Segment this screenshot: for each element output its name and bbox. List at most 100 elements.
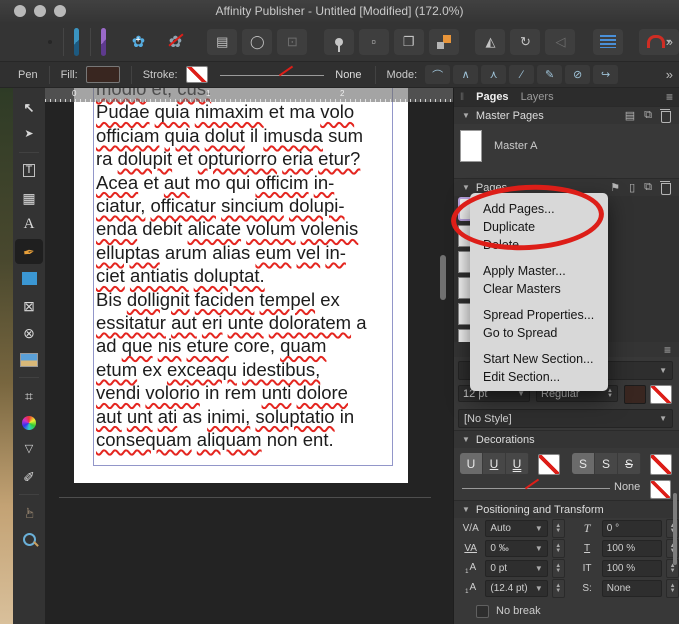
collapse-triangle-icon[interactable]: ▼ [462, 183, 470, 192]
strike-color-swatch[interactable] [650, 454, 672, 475]
menu-item[interactable]: Apply Master... [470, 262, 608, 280]
character-color-swatch[interactable] [624, 385, 646, 404]
crop-tool[interactable]: ⌗ [15, 383, 43, 408]
underline-double-button[interactable]: U [506, 453, 529, 474]
flip-vertical-button[interactable]: ◁ [545, 29, 575, 55]
stroke-width-control[interactable]: None [216, 67, 364, 83]
context-overflow-button[interactable]: » [666, 67, 673, 82]
transparency-tool[interactable]: ▽ [15, 437, 43, 462]
tab-layers[interactable]: Layers [521, 91, 554, 103]
node-tool[interactable]: ➤ [15, 122, 43, 147]
baseline-field-stepper[interactable]: ▲▼ [552, 559, 565, 578]
decoration-stroke-swatch[interactable] [650, 480, 671, 499]
tab-pages[interactable]: Pages [476, 91, 508, 103]
underline-none-button[interactable]: U [460, 453, 483, 474]
preview-mode-button[interactable]: ▤ [207, 29, 237, 55]
menu-item[interactable]: Spread Properties... [470, 306, 608, 324]
flip-horizontal-button[interactable]: ◭ [475, 29, 505, 55]
vertical-scale-field[interactable]: 100 % [602, 540, 663, 557]
insertion-target-button[interactable]: ▫ [359, 29, 389, 55]
decorations-header[interactable]: ▼ Decorations [454, 430, 679, 448]
character-stroke-swatch[interactable] [650, 385, 672, 404]
text-frame[interactable]: modio et, cus.Pudae quia nimaxim et ma v… [93, 88, 393, 466]
add-page-icon[interactable]: ▯ [629, 181, 635, 194]
canvas-scrollbar-thumb[interactable] [440, 255, 446, 300]
clip-to-canvas-button[interactable]: ◯ [242, 29, 272, 55]
strike-single-button[interactable]: S [595, 453, 618, 474]
menu-item[interactable]: Start New Section... [470, 350, 608, 368]
master-page-item[interactable]: Master A [454, 124, 679, 168]
pen-mode-button[interactable]: ⌒ [425, 65, 450, 84]
publisher-persona-button[interactable] [48, 40, 52, 44]
menu-item[interactable]: Edit Section... [470, 368, 608, 386]
eyedropper-tool[interactable]: ✐ [15, 464, 43, 489]
place-image-tool[interactable] [15, 347, 43, 372]
guides-manager-button[interactable]: ⊡ [277, 29, 307, 55]
add-persona-button[interactable]: ✿+ [124, 28, 154, 56]
document-canvas[interactable]: modio et, cus.Pudae quia nimaxim et ma v… [45, 88, 453, 624]
add-master-icon[interactable]: ▤ [625, 109, 635, 122]
pin-button[interactable] [324, 29, 354, 55]
tracking-field-stepper[interactable]: ▲▼ [552, 539, 565, 558]
duplicate-master-icon[interactable]: ⧉ [644, 109, 652, 122]
fill-swatch[interactable] [86, 66, 120, 83]
panel-scrollbar-thumb[interactable] [673, 493, 677, 565]
color-wheel-tool[interactable] [15, 410, 43, 435]
kerning-field[interactable]: Auto▼ [485, 520, 547, 537]
text-align-button[interactable] [593, 29, 623, 55]
document-page[interactable]: modio et, cus.Pudae quia nimaxim et ma v… [74, 88, 408, 483]
toolbar-overflow-button[interactable]: » [666, 34, 673, 49]
frame-text-tool[interactable]: T [15, 158, 43, 183]
pen-tool[interactable]: ✒ [15, 239, 43, 264]
collapse-triangle-icon[interactable]: ▼ [462, 111, 470, 120]
strike-line-button[interactable]: S [618, 453, 641, 474]
master-thumbnail[interactable] [460, 130, 482, 162]
arrange-button[interactable] [429, 29, 459, 55]
artistic-text-tool[interactable]: A [15, 212, 43, 237]
transform-origin-button[interactable]: ⊘ [565, 65, 590, 84]
language-field-stepper[interactable]: ▲▼ [666, 579, 679, 598]
strike-none-button[interactable]: S [572, 453, 595, 474]
panel-menu-icon[interactable]: ≡ [664, 343, 671, 357]
duplicate-page-icon[interactable]: ⧉ [644, 181, 652, 194]
master-pages-header[interactable]: ▼ Master Pages ▤ ⧉ [454, 106, 679, 124]
group-button[interactable]: ❐ [394, 29, 424, 55]
language-field[interactable]: None [602, 580, 663, 597]
insert-pages-icon[interactable]: ⚑ [610, 181, 620, 194]
picture-frame-rect-tool[interactable]: ⊠ [15, 293, 43, 318]
table-tool[interactable]: ▦ [15, 185, 43, 210]
disable-persona-button[interactable]: ✿ [161, 28, 191, 56]
menu-item[interactable]: Clear Masters [470, 280, 608, 298]
zoom-tool[interactable] [15, 527, 43, 552]
hand-tool[interactable]: ☞ [15, 500, 43, 525]
menu-item[interactable]: Go to Spread [470, 324, 608, 342]
polygon-mode-button[interactable]: ⋏ [481, 65, 506, 84]
add-anchor-button[interactable]: ✎ [537, 65, 562, 84]
collapse-triangle-icon[interactable]: ▼ [462, 435, 470, 444]
move-tool[interactable]: ↖ [15, 95, 43, 120]
collapse-triangle-icon[interactable]: ▼ [462, 505, 470, 514]
smart-mode-button[interactable]: ∧ [453, 65, 478, 84]
leading-override-field[interactable]: (12.4 pt)▼ [485, 580, 547, 597]
picture-frame-ellipse-tool[interactable]: ⊗ [15, 320, 43, 345]
no-break-checkbox[interactable] [476, 605, 489, 618]
kerning-field-stepper[interactable]: ▲▼ [552, 519, 565, 538]
delete-page-icon[interactable] [661, 183, 671, 195]
horizontal-scale-field[interactable]: 100 % [602, 560, 663, 577]
text-style-select[interactable]: [No Style] ▼ [458, 409, 673, 428]
designer-persona-button[interactable] [74, 28, 79, 56]
rectangle-tool[interactable] [15, 266, 43, 291]
convert-curve-button[interactable]: ↪ [593, 65, 618, 84]
line-mode-button[interactable]: ∕ [509, 65, 534, 84]
panel-menu-icon[interactable]: ≡ [666, 90, 673, 104]
underline-single-button[interactable]: U [483, 453, 506, 474]
delete-master-icon[interactable] [661, 111, 671, 123]
photo-persona-button[interactable] [101, 28, 106, 56]
leading-override-field-stepper[interactable]: ▲▼ [552, 579, 565, 598]
rotate-button[interactable]: ↻ [510, 29, 540, 55]
shear-field[interactable]: 0 ° [602, 520, 663, 537]
baseline-field[interactable]: 0 pt▼ [485, 560, 547, 577]
stroke-swatch[interactable] [186, 66, 208, 83]
tracking-field[interactable]: 0 ‰▼ [485, 540, 547, 557]
positioning-header[interactable]: ▼ Positioning and Transform [454, 500, 679, 518]
